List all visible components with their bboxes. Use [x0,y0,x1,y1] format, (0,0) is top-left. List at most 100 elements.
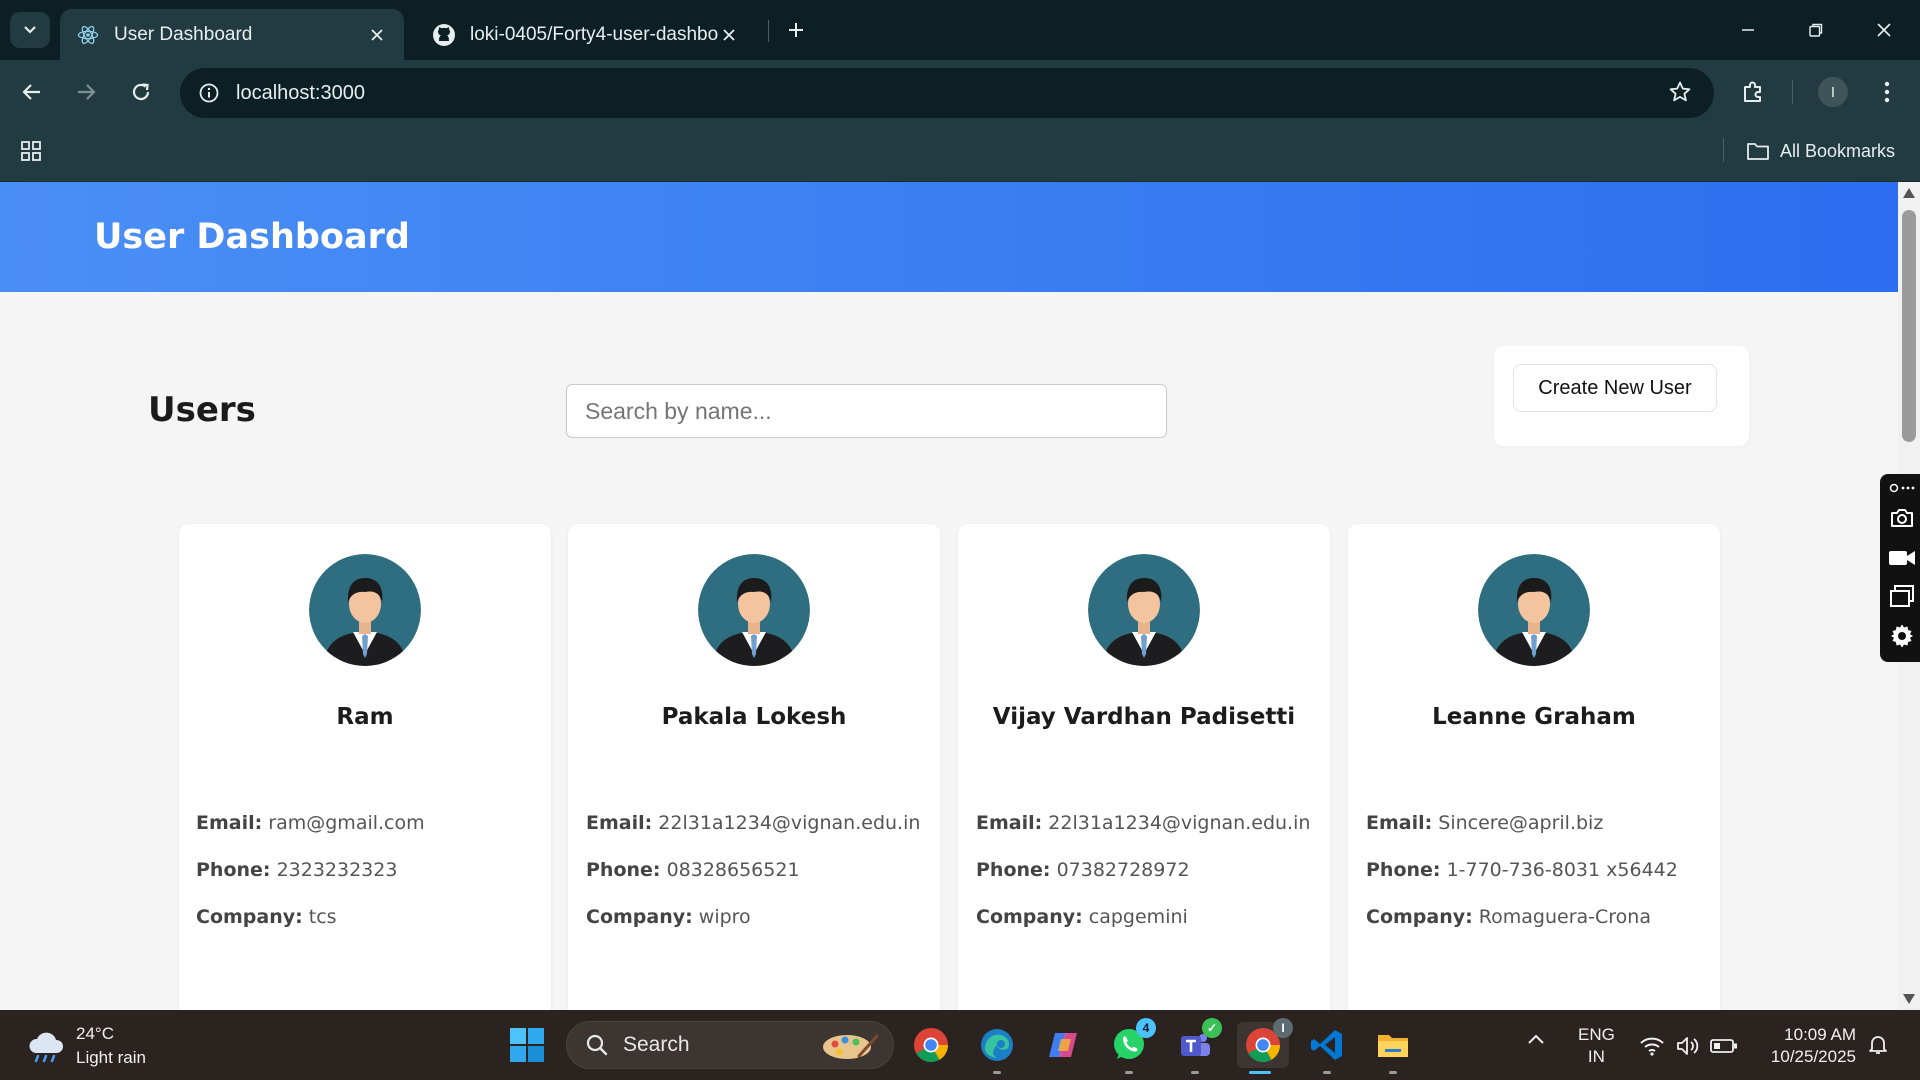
tab-search-dropdown[interactable] [10,12,50,48]
email-value: 22l31a1234@vignan.edu.in [1048,812,1311,834]
video-camera-icon[interactable] [1888,544,1916,572]
email-label: Email: [976,812,1043,834]
edge-app-icon[interactable] [974,1022,1020,1074]
input-language-indicator[interactable]: ENG IN [1578,1024,1615,1068]
close-tab-icon[interactable] [718,24,740,46]
phone-value: 2323232323 [276,859,398,881]
running-indicator [1191,1071,1199,1074]
chrome-active-app-icon[interactable]: I [1237,1018,1293,1074]
running-indicator [993,1071,1001,1074]
file-explorer-app-icon[interactable] [1370,1022,1416,1074]
scroll-up-arrow-icon[interactable] [1903,188,1915,198]
copilot-app-icon[interactable] [1040,1022,1086,1068]
close-icon [1877,23,1891,37]
phone-value: 08328656521 [666,859,800,881]
email-label: Email: [196,812,263,834]
page-title: User Dashboard [94,217,410,257]
volume-icon[interactable] [1674,1032,1702,1060]
minimize-button[interactable] [1726,12,1770,48]
close-tab-icon[interactable] [366,24,388,46]
bookmark-star-icon[interactable] [1668,80,1692,109]
user-company: Company: wipro [586,906,751,928]
notification-bell-icon[interactable] [1866,1032,1890,1061]
user-name: Vijay Vardhan Padisetti [992,704,1296,730]
puzzle-icon [1744,81,1761,102]
settings-gear-icon[interactable] [1888,622,1916,650]
user-card[interactable]: Ram [179,524,551,1010]
user-phone: Phone: 08328656521 [586,859,800,881]
search-input[interactable] [566,384,1167,438]
system-clock[interactable]: 10:09 AM 10/25/2025 [1760,1024,1856,1068]
tab-github-repo[interactable]: loki-0405/Forty4-user-dashboard [416,9,756,60]
clock-date: 10/25/2025 [1770,1047,1856,1066]
more-vertical-icon [1884,81,1890,103]
running-indicator [1389,1071,1397,1074]
site-info-icon[interactable] [194,78,224,108]
vscode-app-icon[interactable] [1304,1022,1350,1074]
scroll-down-arrow-icon[interactable] [1903,994,1915,1004]
user-email: Email: Sincere@april.biz [1366,812,1603,834]
create-user-panel: Create New User [1494,346,1749,446]
profile-avatar-button[interactable]: I [1818,77,1848,107]
new-tab-button[interactable] [780,14,812,46]
apps-grid-icon[interactable] [16,136,46,166]
whatsapp-app-icon[interactable]: 4 [1106,1018,1156,1074]
widget-options-icon[interactable] [1888,478,1916,498]
battery-icon[interactable] [1710,1032,1738,1060]
user-card[interactable]: Pakala Lokesh [568,524,940,1010]
camera-icon[interactable] [1888,504,1916,532]
user-phone: Phone: 2323232323 [196,859,397,881]
window-capture-icon[interactable] [1888,582,1916,610]
company-value: wipro [698,906,751,928]
address-bar[interactable]: localhost:3000 [180,68,1714,118]
avatar [309,554,421,666]
email-value: Sincere@april.biz [1438,812,1604,834]
capture-toolbar [1880,474,1920,662]
browser-toolbar: localhost:3000 I [0,60,1920,120]
back-button[interactable] [14,74,50,110]
email-label: Email: [586,812,653,834]
show-hidden-icons-chevron-up-icon[interactable] [1526,1032,1546,1051]
windows-logo-icon [510,1028,544,1062]
tab-title: User Dashboard [114,23,253,45]
all-bookmarks-label: All Bookmarks [1780,140,1896,161]
start-button[interactable] [504,1022,550,1068]
all-bookmarks-button[interactable]: All Bookmarks [1746,136,1895,166]
running-indicator [1125,1071,1133,1074]
company-label: Company: [586,906,693,928]
phone-value: 1-770-736-8031 x56442 [1446,859,1678,881]
folder-icon [1747,143,1769,160]
phone-label: Phone: [196,859,271,881]
company-value: capgemini [1088,906,1188,928]
phone-label: Phone: [586,859,661,881]
forward-button[interactable] [68,74,104,110]
restore-button[interactable] [1794,12,1838,48]
user-card[interactable]: Vijay Vardhan Padisetti [958,524,1330,1010]
company-label: Company: [1366,906,1473,928]
lang-line1: ENG [1578,1025,1615,1044]
arrow-right-icon [78,84,96,100]
toolbar-divider [1792,80,1793,104]
wifi-icon[interactable] [1638,1032,1666,1060]
extensions-button[interactable] [1735,74,1771,110]
user-email: Email: 22l31a1234@vignan.edu.in [976,812,1310,834]
company-label: Company: [976,906,1083,928]
weather-widget[interactable]: 24°C Light rain [26,1022,146,1070]
user-name: Leanne Graham [1432,704,1636,730]
chrome-app-icon[interactable] [908,1022,954,1068]
user-card[interactable]: Leanne Graham [1348,524,1720,1010]
user-email: Email: ram@gmail.com [196,812,425,834]
running-indicator [1323,1071,1331,1074]
teams-app-icon[interactable]: ✓ [1172,1018,1222,1074]
tab-user-dashboard[interactable]: User Dashboard [60,9,404,60]
taskbar-search[interactable]: Search [566,1021,894,1069]
company-value: tcs [308,906,337,928]
avatar [698,554,810,666]
reload-button[interactable] [123,74,159,110]
create-new-user-button[interactable]: Create New User [1513,364,1717,412]
close-window-button[interactable] [1862,12,1906,48]
avatar [1478,554,1590,666]
browser-menu-button[interactable] [1869,74,1905,110]
lang-line2: IN [1587,1047,1605,1066]
scrollbar-thumb[interactable] [1902,210,1916,442]
